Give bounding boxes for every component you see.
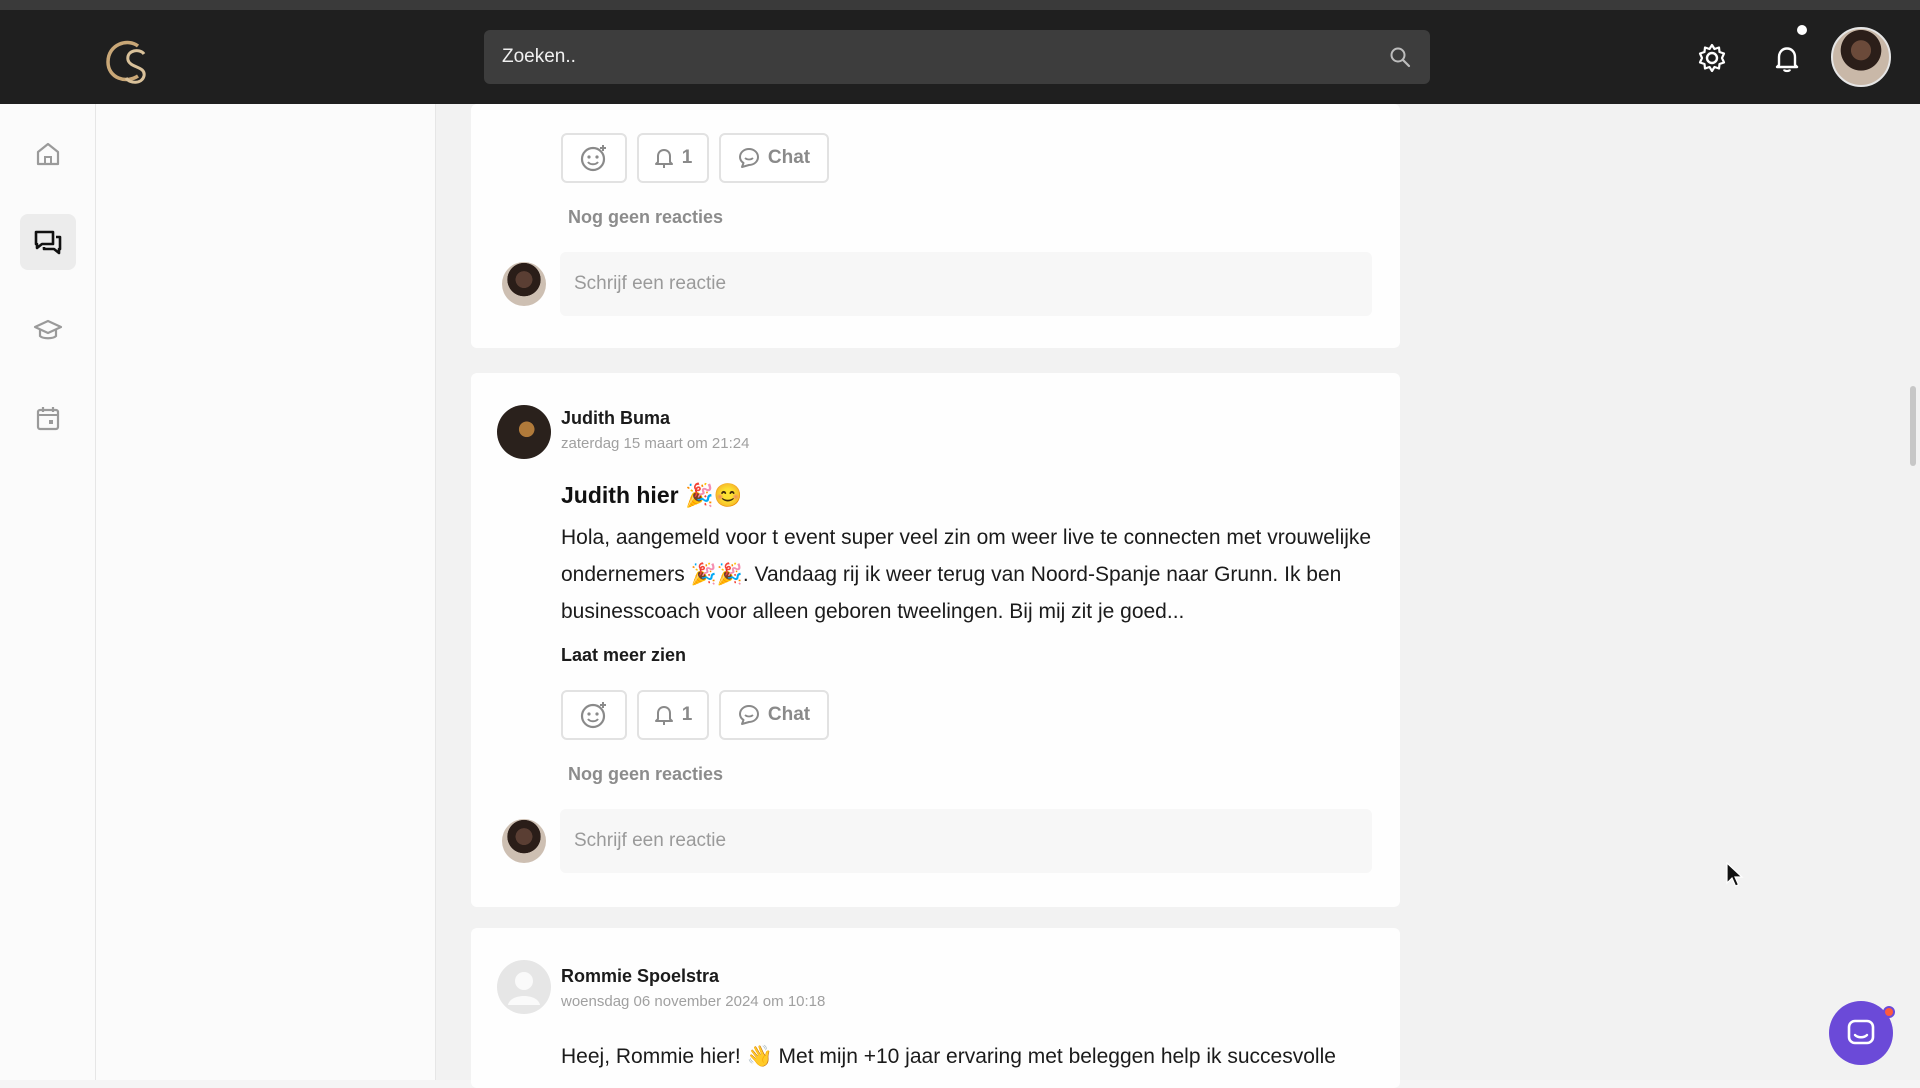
post-card: 1 Chat Nog geen reacties Schrijf een rea… — [471, 104, 1400, 348]
emoji-add-icon — [580, 145, 606, 172]
show-more-link[interactable]: Laat meer zien — [561, 645, 686, 666]
search-icon[interactable] — [1388, 45, 1412, 69]
bell-icon[interactable] — [1771, 42, 1803, 74]
author-avatar[interactable] — [497, 405, 551, 459]
window-top-strip — [0, 0, 1920, 10]
icon-nav-rail — [0, 104, 96, 1080]
avatar — [502, 262, 546, 306]
chat-label: Chat — [767, 704, 811, 725]
follow-button[interactable]: 1 — [637, 690, 709, 740]
search-bar[interactable]: Zoeken.. — [484, 30, 1430, 84]
chat-label: Chat — [767, 147, 811, 168]
community-sidebar — [96, 104, 436, 1080]
chat-widget-icon — [1847, 1019, 1875, 1045]
user-avatar[interactable] — [1831, 27, 1891, 87]
home-icon — [36, 142, 60, 166]
no-reactions-text: Nog geen reacties — [568, 764, 724, 784]
post-title: Judith hier 🎉😊 — [561, 482, 743, 508]
post-body: Hola, aangemeld voor t event super veel … — [561, 526, 1372, 623]
reply-row: Schrijf een reactie — [502, 809, 1372, 873]
chat-button[interactable]: Chat — [719, 690, 829, 740]
graduation-cap-icon — [33, 319, 63, 340]
bell-icon — [654, 706, 673, 725]
add-reaction-button[interactable] — [561, 133, 627, 183]
top-bar: Zoeken.. — [0, 10, 1920, 104]
nav-home[interactable] — [20, 126, 76, 182]
nav-community[interactable] — [20, 214, 76, 270]
calendar-icon — [36, 407, 60, 431]
no-reactions-text: Nog geen reacties — [568, 207, 724, 227]
chat-bubbles-icon — [34, 230, 62, 255]
author-name[interactable]: Rommie Spoelstra — [561, 966, 719, 987]
author-avatar[interactable] — [497, 960, 551, 1014]
chat-unread-dot — [1883, 1006, 1895, 1018]
mouse-cursor-icon — [1726, 862, 1744, 887]
bell-icon — [654, 149, 673, 168]
search-input[interactable]: Zoeken.. — [502, 46, 1388, 68]
post-date: woensdag 06 november 2024 om 10:18 — [561, 993, 826, 1010]
post-actions: 1 Chat — [561, 690, 829, 740]
follow-count: 1 — [681, 704, 693, 725]
avatar — [502, 819, 546, 863]
nav-calendar[interactable] — [20, 390, 76, 446]
emoji-add-icon — [580, 702, 606, 729]
author-name[interactable]: Judith Buma — [561, 408, 670, 429]
chat-bubble-icon — [738, 148, 759, 168]
post-body: Heej, Rommie hier! 👋 Met mijn +10 jaar e… — [561, 1045, 1336, 1068]
follow-count: 1 — [681, 147, 693, 168]
scrollbar-thumb[interactable] — [1910, 386, 1916, 466]
post-card: Rommie Spoelstra woensdag 06 november 20… — [471, 928, 1400, 1088]
post-actions: 1 Chat — [561, 133, 829, 183]
reply-row: Schrijf een reactie — [502, 252, 1372, 316]
chat-button[interactable]: Chat — [719, 133, 829, 183]
post-card: Judith Buma zaterdag 15 maart om 21:24 J… — [471, 373, 1400, 907]
cs-logo[interactable] — [100, 34, 156, 90]
post-date: zaterdag 15 maart om 21:24 — [561, 435, 750, 452]
default-avatar-icon — [508, 972, 540, 1005]
follow-button[interactable]: 1 — [637, 133, 709, 183]
chat-bubble-icon — [738, 705, 759, 725]
nav-courses[interactable] — [20, 302, 76, 358]
gear-icon[interactable] — [1696, 42, 1728, 74]
reply-input[interactable]: Schrijf een reactie — [560, 809, 1372, 873]
add-reaction-button[interactable] — [561, 690, 627, 740]
notification-dot — [1797, 25, 1807, 35]
reply-input[interactable]: Schrijf een reactie — [560, 252, 1372, 316]
